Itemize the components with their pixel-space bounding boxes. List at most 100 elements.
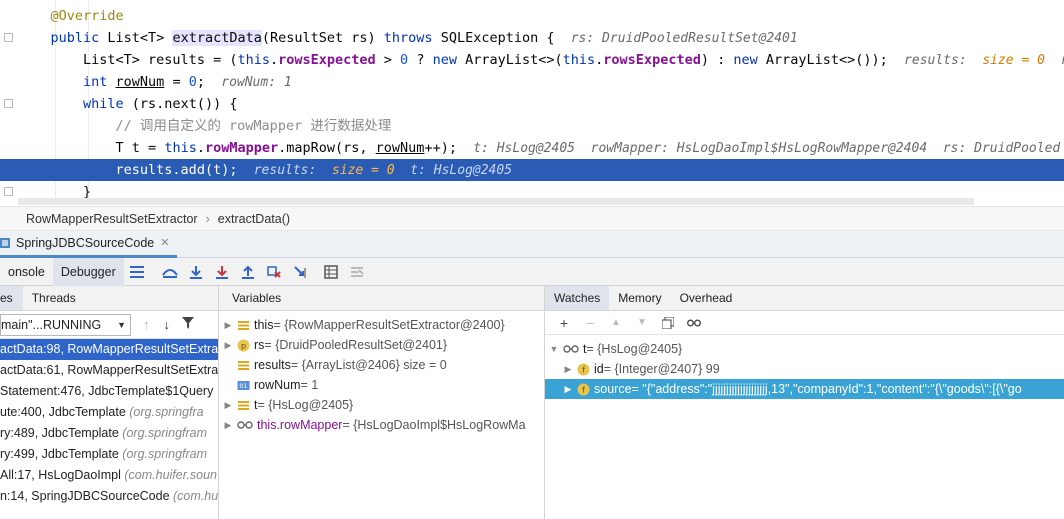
watches-tree[interactable]: ▼ t = {HsLog@2405} ▶ f id = {Integer@2407} 9… bbox=[545, 335, 1064, 399]
field-stack-icon bbox=[238, 400, 249, 410]
tab-threads[interactable]: Threads bbox=[23, 286, 85, 310]
add-watch-icon[interactable]: + bbox=[557, 315, 571, 331]
code-token: rowMapper bbox=[204, 140, 279, 156]
variable-value: = {DruidPooledResultSet@2401} bbox=[264, 338, 448, 352]
fold-marker-icon[interactable] bbox=[4, 187, 13, 196]
watch-glasses-icon[interactable] bbox=[687, 316, 701, 330]
code-token: > bbox=[375, 52, 401, 68]
expand-arrow-icon[interactable]: ▶ bbox=[223, 420, 233, 430]
step-out-icon[interactable] bbox=[240, 264, 256, 280]
frame-row[interactable]: All:17, HsLogDaoImpl (com.huifer.soun bbox=[0, 465, 218, 486]
parameter-icon: p bbox=[237, 339, 250, 351]
frame-row[interactable]: actData:61, RowMapperResultSetExtra bbox=[0, 360, 218, 381]
watch-row[interactable]: ▶ f id = {Integer@2407} 99 bbox=[545, 359, 1064, 379]
expand-arrow-icon[interactable]: ▶ bbox=[563, 384, 573, 394]
variables-tree[interactable]: ▶ this = {RowMapperResultSetExtractor@240… bbox=[219, 311, 544, 435]
code-token: rowsExpected bbox=[603, 52, 701, 68]
run-to-cursor-icon[interactable] bbox=[292, 264, 308, 280]
show-execution-point-icon[interactable] bbox=[161, 264, 178, 280]
code-token: this bbox=[237, 52, 270, 68]
breadcrumb-item-class[interactable]: RowMapperResultSetExtractor bbox=[26, 212, 198, 226]
watch-row[interactable]: ▶ f source = "{"address":"jjjjjjjjjjjjjjjj… bbox=[545, 379, 1064, 399]
no-expand-spacer bbox=[223, 380, 233, 390]
inline-debug-value: results: bbox=[904, 53, 983, 68]
variable-name: this bbox=[254, 318, 274, 332]
code-lines[interactable]: @Override public List<T> extractData(Res… bbox=[0, 5, 1064, 203]
watch-value: = "{"address":"jjjjjjjjjjjjjjjjjjjj,13",… bbox=[631, 382, 1022, 396]
step-over-icon[interactable] bbox=[188, 264, 204, 280]
tab-memory[interactable]: Memory bbox=[609, 286, 670, 310]
code-line[interactable]: List<T> results = (this.rowsExpected > 0… bbox=[18, 49, 1064, 71]
frame-label: ry:489, JdbcTemplate bbox=[0, 426, 123, 440]
inline-debug-value: rs: DruidPooledResultSet@2401 bbox=[570, 31, 798, 46]
tab-frames[interactable]: es bbox=[0, 286, 23, 310]
frame-row[interactable]: ry:499, JdbcTemplate (org.springfram bbox=[0, 444, 218, 465]
tab-watches[interactable]: Watches bbox=[545, 286, 610, 310]
fold-marker-icon[interactable] bbox=[4, 99, 13, 108]
variable-row[interactable]: ▶ this.rowMapper = {HsLogDaoImpl$HsLogRow… bbox=[219, 415, 544, 435]
frames-panel-header: es Threads bbox=[0, 286, 218, 311]
frame-row[interactable]: ry:489, JdbcTemplate (org.springfram bbox=[0, 423, 218, 444]
code-token: // 调用自定义的 rowMapper 进行数据处理 bbox=[50, 118, 392, 134]
tab-console[interactable]: onsole bbox=[0, 258, 53, 286]
code-line[interactable]: public List<T> extractData(ResultSet rs)… bbox=[18, 27, 1064, 49]
frame-package: (org.springfram bbox=[122, 426, 208, 440]
run-config-tab[interactable]: SpringJDBCSourceCode ✕ bbox=[0, 231, 178, 258]
thread-select[interactable]: main"...RUNNING ▼ bbox=[0, 313, 131, 336]
code-line[interactable]: // 调用自定义的 rowMapper 进行数据处理 bbox=[18, 115, 1064, 137]
evaluate-expression-icon[interactable] bbox=[323, 264, 339, 280]
variable-row[interactable]: ▶ p rs = {DruidPooledResultSet@2401} bbox=[219, 335, 544, 355]
frame-row[interactable]: ute:400, JdbcTemplate (org.springfra bbox=[0, 402, 218, 423]
drop-frame-icon[interactable] bbox=[266, 264, 282, 280]
variables-panel-header: Variables bbox=[219, 286, 544, 311]
frame-row[interactable]: actData:98, RowMapperResultSetExtra bbox=[0, 339, 218, 360]
watches-panel-header: Watches Memory Overhead bbox=[545, 286, 1064, 311]
arrow-down-icon[interactable]: ↓ bbox=[164, 317, 171, 332]
frame-label: ry:499, JdbcTemplate bbox=[0, 447, 123, 461]
variable-value: = {HsLogDaoImpl$HsLogRowMa bbox=[342, 418, 526, 432]
code-line[interactable]: T t = this.rowMapper.mapRow(rs, rowNum++… bbox=[18, 137, 1064, 159]
code-token: new bbox=[733, 52, 766, 68]
code-token: @Override bbox=[50, 8, 124, 24]
inline-debug-value: results: bbox=[253, 163, 332, 178]
frame-list[interactable]: actData:98, RowMapperResultSetExtra actDa… bbox=[0, 339, 218, 507]
arrow-up-icon[interactable]: ↑ bbox=[143, 317, 150, 332]
filter-icon[interactable] bbox=[182, 317, 194, 332]
code-token: ; bbox=[196, 74, 222, 90]
variable-row[interactable]: ▶ this = {RowMapperResultSetExtractor@240… bbox=[219, 315, 544, 335]
code-line[interactable]: int rowNum = 0; rowNum: 1 bbox=[18, 71, 1064, 93]
step-into-icon[interactable] bbox=[214, 264, 230, 280]
code-token: . bbox=[269, 52, 279, 68]
close-icon[interactable]: ✕ bbox=[160, 236, 169, 249]
layout-menu-icon[interactable] bbox=[129, 264, 145, 280]
code-editor[interactable]: @Override public List<T> extractData(Res… bbox=[0, 0, 1064, 206]
code-line[interactable]: while (rs.next()) { bbox=[18, 93, 1064, 115]
editor-horizontal-scrollbar[interactable] bbox=[18, 198, 974, 205]
variable-row[interactable]: results = {ArrayList@2406} size = 0 bbox=[219, 355, 544, 375]
collapse-arrow-icon[interactable]: ▼ bbox=[549, 344, 559, 354]
fold-marker-icon[interactable] bbox=[4, 33, 13, 42]
variable-row[interactable]: 01 rowNum = 1 bbox=[219, 375, 544, 395]
expand-arrow-icon[interactable]: ▶ bbox=[223, 340, 233, 350]
watch-row[interactable]: ▼ t = {HsLog@2405} bbox=[545, 339, 1064, 359]
variable-row[interactable]: ▶ t = {HsLog@2405} bbox=[219, 395, 544, 415]
watches-toolbar: + − ▲ ▼ bbox=[545, 311, 1064, 335]
expand-arrow-icon[interactable]: ▶ bbox=[563, 364, 573, 374]
move-up-icon[interactable]: ▲ bbox=[609, 316, 623, 330]
tab-overhead[interactable]: Overhead bbox=[671, 286, 742, 310]
code-token: results.add(t); bbox=[50, 162, 254, 178]
move-down-icon[interactable]: ▼ bbox=[635, 316, 649, 330]
expand-arrow-icon[interactable]: ▶ bbox=[223, 320, 233, 330]
remove-watch-icon[interactable]: − bbox=[583, 315, 597, 331]
code-line[interactable]: @Override bbox=[18, 5, 1064, 27]
frame-row[interactable]: Statement:476, JdbcTemplate$1Query bbox=[0, 381, 218, 402]
frame-package: (com.hui bbox=[173, 489, 219, 503]
duplicate-watch-icon[interactable] bbox=[661, 316, 675, 330]
code-token: throws bbox=[383, 30, 441, 46]
breadcrumb-item-method[interactable]: extractData() bbox=[218, 212, 290, 226]
trace-current-stream-icon[interactable] bbox=[349, 264, 365, 280]
tab-debugger[interactable]: Debugger bbox=[52, 257, 124, 286]
current-execution-line[interactable]: results.add(t); results: size = 0 t: HsL… bbox=[0, 159, 1064, 181]
frame-row[interactable]: n:14, SpringJDBCSourceCode (com.hui bbox=[0, 486, 218, 507]
expand-arrow-icon[interactable]: ▶ bbox=[223, 400, 233, 410]
